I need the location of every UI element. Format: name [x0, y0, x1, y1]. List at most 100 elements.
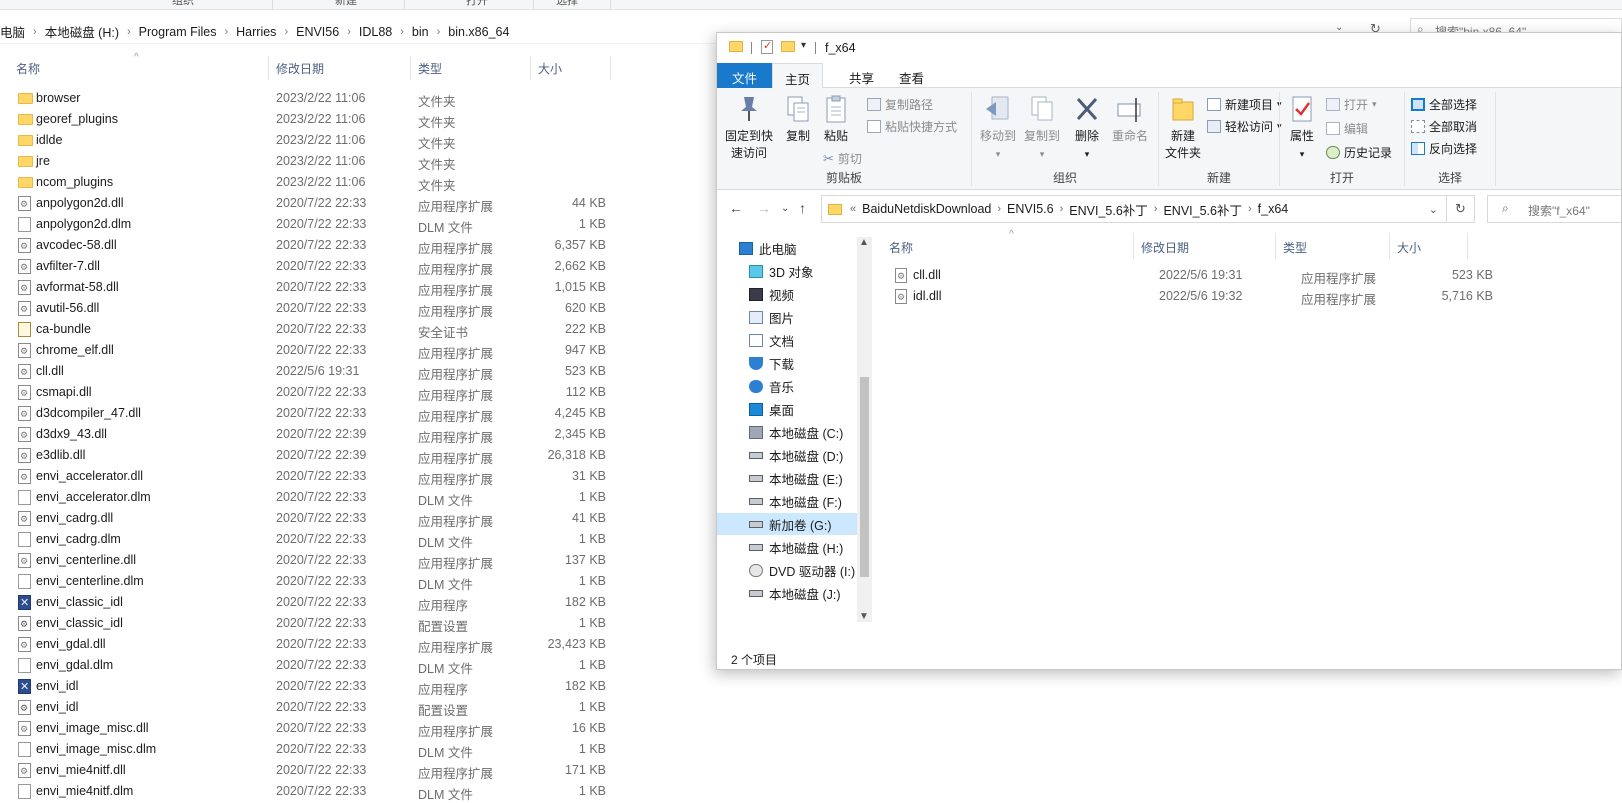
column-header-size[interactable]: 大小 — [538, 60, 562, 77]
breadcrumb-item[interactable]: Harries — [232, 25, 280, 39]
tree-item[interactable]: 下载 — [717, 352, 857, 374]
new-item-button[interactable]: 新建项目▾ — [1207, 96, 1282, 113]
file-row[interactable]: envi_centerline.dll 2020/7/22 22:33 应用程序扩展… — [0, 550, 620, 571]
history-button[interactable]: 历史记录 — [1326, 144, 1392, 161]
tab-home[interactable]: 主页 — [772, 63, 824, 89]
edit-button[interactable]: 编辑 — [1326, 120, 1368, 137]
up-arrow-icon[interactable]: ↑ — [799, 200, 806, 216]
properties-icon[interactable] — [761, 39, 773, 54]
chevron-right-icon[interactable]: › — [343, 26, 355, 38]
column-header-date[interactable]: 修改日期 — [276, 60, 324, 77]
copy-button[interactable]: 复制 — [781, 94, 815, 145]
column-header-size[interactable]: 大小 — [1397, 239, 1421, 256]
file-row[interactable]: envi_cadrg.dlm 2020/7/22 22:33 DLM 文件 1 KB — [0, 529, 620, 550]
back-arrow-icon[interactable]: ← — [729, 200, 743, 216]
search-input[interactable]: ⌕ 搜索"f_x64" — [1487, 195, 1621, 223]
chevron-right-icon[interactable]: › — [220, 26, 232, 38]
chevron-right-icon[interactable]: › — [123, 26, 135, 38]
scrollbar-thumb[interactable] — [860, 377, 869, 577]
file-row[interactable]: georef_plugins 2023/2/22 11:06 文件夹 — [0, 109, 620, 130]
tab-view[interactable]: 查看 — [887, 63, 936, 88]
column-header-name[interactable]: 名称 — [16, 60, 40, 77]
breadcrumb-item[interactable]: 本地磁盘 (H:) — [41, 22, 123, 41]
breadcrumb-item[interactable]: BaiduNetdiskDownload — [856, 202, 997, 216]
file-row[interactable]: chrome_elf.dll 2020/7/22 22:33 应用程序扩展 947 K… — [0, 340, 620, 361]
copy-path-button[interactable]: 复制路径 — [867, 96, 933, 113]
breadcrumb-item[interactable]: IDL88 — [355, 25, 396, 39]
copy-to-button[interactable]: 复制到 ▾ — [1022, 94, 1062, 163]
tree-item[interactable]: 音乐 — [717, 375, 857, 397]
file-row[interactable]: envi_classic_idl 2020/7/22 22:33 配置设置 1 KB — [0, 613, 620, 634]
file-row[interactable]: envi_image_misc.dll 2020/7/22 22:33 应用程序扩展… — [0, 718, 620, 739]
address-bar[interactable]: « BaiduNetdiskDownload › ENVI5.6 › ENVI_5.… — [821, 195, 1447, 223]
forward-arrow-icon[interactable]: → — [757, 200, 771, 216]
delete-button[interactable]: 删除 ▾ — [1070, 94, 1104, 163]
tree-item[interactable]: 图片 — [717, 306, 857, 328]
tree-item[interactable]: 本地磁盘 (H:) — [717, 536, 857, 558]
file-row[interactable]: idl.dll 2022/5/6 19:32 应用程序扩展 5,716 KB — [877, 286, 1493, 307]
rename-button[interactable]: 重命名 — [1108, 94, 1152, 145]
file-row[interactable]: csmapi.dll 2020/7/22 22:33 应用程序扩展 112 KB — [0, 382, 620, 403]
file-row[interactable]: avformat-58.dll 2020/7/22 22:33 应用程序扩展 1,01… — [0, 277, 620, 298]
file-row[interactable]: envi_image_misc.dlm 2020/7/22 22:33 DLM 文件… — [0, 739, 620, 760]
select-all-button[interactable]: 全部选择 — [1411, 96, 1477, 113]
file-row[interactable]: envi_centerline.dlm 2020/7/22 22:33 DLM 文件… — [0, 571, 620, 592]
breadcrumb-item[interactable]: Program Files — [135, 25, 221, 39]
file-row[interactable]: envi_idl 2020/7/22 22:33 配置设置 1 KB — [0, 697, 620, 718]
file-row[interactable]: envi_classic_idl 2020/7/22 22:33 应用程序 182 K… — [0, 592, 620, 613]
file-row[interactable]: anpolygon2d.dlm 2020/7/22 22:33 DLM 文件 1 KB — [0, 214, 620, 235]
new-folder-button[interactable]: 新建 文件夹 — [1161, 94, 1205, 162]
tree-item[interactable]: 本地磁盘 (J:) — [717, 582, 857, 604]
tab-file[interactable]: 文件 — [717, 63, 772, 88]
breadcrumb-item[interactable]: 电脑 — [0, 22, 29, 41]
tree-item[interactable]: 文档 — [717, 329, 857, 351]
tab-share[interactable]: 共享 — [837, 63, 886, 88]
file-row[interactable]: avcodec-58.dll 2020/7/22 22:33 应用程序扩展 6,357… — [0, 235, 620, 256]
column-header-type[interactable]: 类型 — [418, 60, 442, 77]
chevron-right-icon[interactable]: › — [396, 26, 408, 38]
chevron-down-icon[interactable]: ⌄ — [1429, 203, 1438, 216]
column-header-date[interactable]: 修改日期 — [1141, 239, 1189, 256]
scroll-down-icon[interactable]: ▼ — [859, 611, 869, 622]
navigation-pane-scrollbar[interactable]: ▲ ▼ — [857, 237, 872, 622]
properties-button[interactable]: 属性 ▾ — [1284, 94, 1320, 163]
easy-access-button[interactable]: 轻松访问▾ — [1207, 118, 1282, 135]
file-row[interactable]: ncom_plugins 2023/2/22 11:06 文件夹 — [0, 172, 620, 193]
new-folder-icon[interactable] — [781, 41, 795, 52]
breadcrumb-item[interactable]: ENVI56 — [292, 25, 343, 39]
tree-item[interactable]: 本地磁盘 (E:) — [717, 467, 857, 489]
paste-button[interactable]: 粘贴 — [819, 94, 853, 145]
chevron-right-icon[interactable]: › — [280, 26, 292, 38]
scroll-up-icon[interactable]: ▲ — [859, 237, 869, 248]
invert-selection-button[interactable]: 反向选择 — [1411, 140, 1477, 157]
file-row[interactable]: envi_gdal.dll 2020/7/22 22:33 应用程序扩展 23,423… — [0, 634, 620, 655]
file-row[interactable]: ca-bundle 2020/7/22 22:33 安全证书 222 KB — [0, 319, 620, 340]
breadcrumb-item[interactable]: ENVI_5.6补丁 — [1063, 200, 1154, 219]
tree-item[interactable]: DVD 驱动器 (I:) — [717, 559, 857, 581]
paste-shortcut-button[interactable]: 粘贴快捷方式 — [867, 118, 957, 135]
column-header-name[interactable]: 名称 — [889, 239, 913, 256]
tree-item[interactable]: 桌面 — [717, 398, 857, 420]
tree-item[interactable]: 新加卷 (G:) — [717, 513, 857, 535]
file-row[interactable]: d3dcompiler_47.dll 2020/7/22 22:33 应用程序扩展 4… — [0, 403, 620, 424]
select-none-button[interactable]: 全部取消 — [1411, 118, 1477, 135]
file-row[interactable]: browser 2023/2/22 11:06 文件夹 — [0, 88, 620, 109]
file-row[interactable]: jre 2023/2/22 11:06 文件夹 — [0, 151, 620, 172]
file-row[interactable]: envi_mie4nitf.dlm 2020/7/22 22:33 DLM 文件 1 … — [0, 781, 620, 802]
customize-quick-access-icon[interactable]: ▾ — [801, 40, 806, 51]
tree-item[interactable]: 此电脑 — [717, 237, 857, 259]
refresh-button[interactable]: ↻ — [1447, 195, 1475, 223]
file-row[interactable]: cll.dll 2022/5/6 19:31 应用程序扩展 523 KB — [877, 265, 1493, 286]
file-row[interactable]: avutil-56.dll 2020/7/22 22:33 应用程序扩展 620 KB — [0, 298, 620, 319]
breadcrumb-item[interactable]: bin.x86_64 — [444, 25, 513, 39]
title-bar[interactable]: ▾ f_x64 — [717, 33, 1621, 63]
file-row[interactable]: envi_accelerator.dlm 2020/7/22 22:33 DLM 文… — [0, 487, 620, 508]
tree-item[interactable]: 本地磁盘 (F:) — [717, 490, 857, 512]
open-button[interactable]: 打开 ▾ — [1326, 96, 1377, 113]
column-header-type[interactable]: 类型 — [1283, 239, 1307, 256]
pin-to-quick-access-button[interactable]: 固定到快 速访问 — [723, 94, 775, 162]
chevron-right-icon[interactable]: › — [29, 26, 41, 38]
file-row[interactable]: cll.dll 2022/5/6 19:31 应用程序扩展 523 KB — [0, 361, 620, 382]
move-to-button[interactable]: 移动到 ▾ — [978, 94, 1018, 163]
tree-item[interactable]: 视频 — [717, 283, 857, 305]
